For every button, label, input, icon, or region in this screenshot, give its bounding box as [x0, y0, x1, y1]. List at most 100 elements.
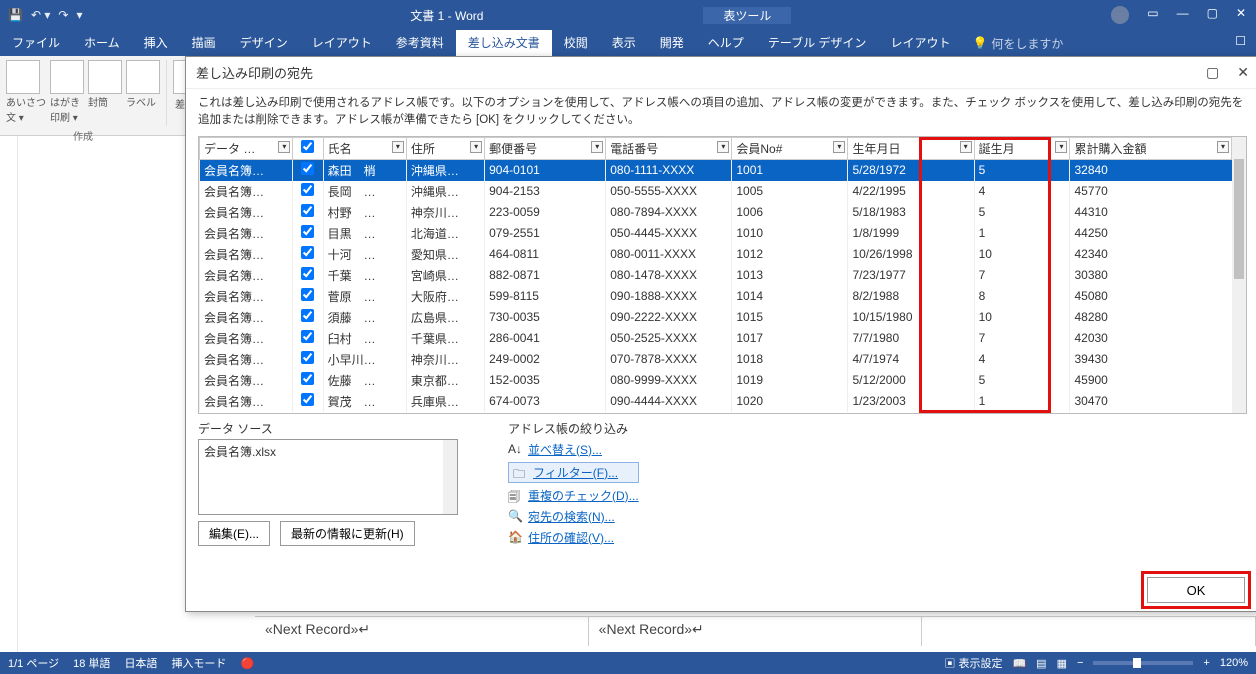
row-checkbox[interactable] [301, 372, 314, 385]
validate-addresses-link[interactable]: 🏠住所の確認(V)... [508, 529, 639, 546]
row-checkbox[interactable] [301, 183, 314, 196]
filter-link[interactable]: 🗀フィルター(F)... [508, 462, 639, 483]
zoom-knob[interactable] [1133, 658, 1141, 668]
edit-button[interactable]: 編集(E)... [198, 521, 270, 546]
view-print-icon[interactable]: ▤ [1036, 657, 1046, 670]
table-row[interactable]: 会員名簿…賀茂 …兵庫県…674-0073090-4444-XXXX10201/… [200, 391, 1232, 412]
table-row[interactable]: 会員名簿…長岡 …沖縄県…904-2153050-5555-XXXX10054/… [200, 181, 1232, 202]
tab-design[interactable]: デザイン [228, 30, 300, 56]
save-icon[interactable]: 💾 [8, 8, 23, 22]
tab-layout[interactable]: レイアウト [300, 30, 384, 56]
table-row[interactable]: 会員名簿…目黒 …北海道…079-2551050-4445-XXXX10101/… [200, 223, 1232, 244]
qat-customize-icon[interactable]: ▾ [76, 8, 82, 22]
redo-icon[interactable]: ↷ [58, 8, 68, 22]
list-scrollbar[interactable] [443, 440, 457, 514]
col-name[interactable]: 氏名▾ [323, 137, 406, 159]
dropdown-icon[interactable]: ▾ [278, 141, 290, 153]
dropdown-icon[interactable]: ▾ [1055, 141, 1067, 153]
tab-help[interactable]: ヘルプ [696, 30, 756, 56]
table-row[interactable]: 会員名簿…十河 …愛知県…464-0811080-0011-XXXX101210… [200, 244, 1232, 265]
merge-field-cell[interactable] [922, 617, 1256, 646]
view-read-icon[interactable]: 📖 [1012, 657, 1026, 670]
dropdown-icon[interactable]: ▾ [1217, 141, 1229, 153]
col-checkbox[interactable] [293, 137, 323, 159]
display-settings[interactable]: ▣ 表示設定 [944, 655, 1002, 671]
tab-review[interactable]: 校閲 [552, 30, 600, 56]
account-icon[interactable] [1111, 6, 1129, 24]
table-row[interactable]: 会員名簿…千葉 …宮崎県…882-0871080-1478-XXXX10137/… [200, 265, 1232, 286]
table-row[interactable]: 会員名簿…菅原 …大阪府…599-8115090-1888-XXXX10148/… [200, 286, 1232, 307]
maximize-icon[interactable]: ▢ [1207, 6, 1218, 24]
dialog-maximize-icon[interactable]: ▢ [1206, 64, 1219, 81]
merge-field-cell[interactable]: «Next Record»↵ [255, 617, 589, 646]
dialog-close-icon[interactable]: ✕ [1237, 64, 1249, 81]
zoom-level[interactable]: 120% [1220, 657, 1248, 669]
col-datasource[interactable]: データ …▾ [200, 137, 293, 159]
envelope-icon[interactable] [88, 60, 122, 94]
table-row[interactable]: 会員名簿…佐藤 …東京都…152-0035080-9999-XXXX10195/… [200, 370, 1232, 391]
view-web-icon[interactable]: ▦ [1057, 657, 1067, 670]
duplicates-link[interactable]: 🗐重複のチェック(D)... [508, 487, 639, 504]
dropdown-icon[interactable]: ▾ [717, 141, 729, 153]
status-language[interactable]: 日本語 [124, 655, 157, 671]
table-row[interactable]: 会員名簿…小早川…神奈川…249-0002070-7878-XXXX10184/… [200, 349, 1232, 370]
data-source-item[interactable]: 会員名簿.xlsx [204, 445, 276, 459]
tab-view[interactable]: 表示 [600, 30, 648, 56]
tab-file[interactable]: ファイル [0, 30, 72, 56]
tab-table-design[interactable]: テーブル デザイン [756, 30, 879, 56]
row-checkbox[interactable] [301, 267, 314, 280]
close-icon[interactable]: ✕ [1236, 6, 1246, 24]
find-recipient-link[interactable]: 🔍宛先の検索(N)... [508, 508, 639, 525]
row-checkbox[interactable] [301, 204, 314, 217]
dropdown-icon[interactable]: ▾ [591, 141, 603, 153]
status-wordcount[interactable]: 18 単語 [73, 655, 110, 671]
ribbon-display-icon[interactable]: ▭ [1147, 6, 1158, 24]
minimize-icon[interactable]: — [1177, 6, 1189, 24]
col-tel[interactable]: 電話番号▾ [606, 137, 732, 159]
dropdown-icon[interactable]: ▾ [833, 141, 845, 153]
row-checkbox[interactable] [301, 246, 314, 259]
row-checkbox[interactable] [301, 393, 314, 406]
status-insertmode[interactable]: 挿入モード [171, 655, 226, 671]
col-zip[interactable]: 郵便番号▾ [485, 137, 606, 159]
tab-home[interactable]: ホーム [72, 30, 132, 56]
dropdown-icon[interactable]: ▾ [392, 141, 404, 153]
tab-insert[interactable]: 挿入 [132, 30, 180, 56]
tab-references[interactable]: 参考資料 [384, 30, 456, 56]
greeting-icon[interactable] [6, 60, 40, 94]
row-checkbox[interactable] [301, 162, 314, 175]
table-row[interactable]: 会員名簿…臼村 …千葉県…286-0041050-2525-XXXX10177/… [200, 328, 1232, 349]
row-checkbox[interactable] [301, 309, 314, 322]
col-dob[interactable]: 生年月日▾ [848, 137, 974, 159]
share-button[interactable]: ☐ [1225, 30, 1256, 56]
row-checkbox[interactable] [301, 330, 314, 343]
postcard-icon[interactable] [50, 60, 84, 94]
table-row[interactable]: 会員名簿…森田 梢沖縄県…904-0101080-1111-XXXX10015/… [200, 159, 1232, 181]
table-scrollbar[interactable] [1232, 137, 1246, 413]
data-source-list[interactable]: 会員名簿.xlsx [198, 439, 458, 515]
merge-field-cell[interactable]: «Next Record»↵ [589, 617, 923, 646]
col-total-purchase[interactable]: 累計購入金額▾ [1070, 137, 1232, 159]
col-memberno[interactable]: 会員No#▾ [732, 137, 848, 159]
row-checkbox[interactable] [301, 225, 314, 238]
dropdown-icon[interactable]: ▾ [960, 141, 972, 153]
ok-button[interactable]: OK [1147, 577, 1245, 603]
col-birthmonth[interactable]: 誕生月▾ [974, 137, 1070, 159]
row-checkbox[interactable] [301, 288, 314, 301]
tab-draw[interactable]: 描画 [180, 30, 228, 56]
dropdown-icon[interactable]: ▾ [470, 141, 482, 153]
tab-table-layout[interactable]: レイアウト [878, 30, 962, 56]
scrollbar-thumb[interactable] [1234, 159, 1244, 279]
zoom-out-icon[interactable]: − [1077, 657, 1083, 669]
sort-link[interactable]: A↓並べ替え(S)... [508, 441, 639, 458]
zoom-slider[interactable] [1093, 661, 1193, 665]
labels-icon[interactable] [126, 60, 160, 94]
refresh-button[interactable]: 最新の情報に更新(H) [280, 521, 415, 546]
status-page[interactable]: 1/1 ページ [8, 655, 59, 671]
undo-icon[interactable]: ↶ ▾ [31, 8, 50, 22]
table-row[interactable]: 会員名簿…村野 …神奈川…223-0059080-7894-XXXX10065/… [200, 202, 1232, 223]
zoom-in-icon[interactable]: + [1203, 657, 1209, 669]
col-address[interactable]: 住所▾ [406, 137, 484, 159]
tab-mailings[interactable]: 差し込み文書 [456, 30, 552, 56]
tell-me[interactable]: 💡 何をしますか [972, 30, 1063, 56]
